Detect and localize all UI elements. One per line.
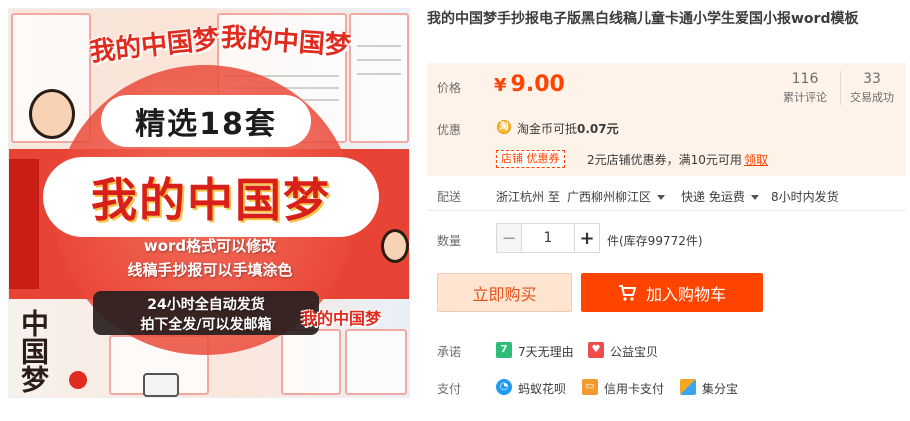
coupon-description: 2元店铺优惠券，满10元可用 <box>587 153 742 167</box>
buy-now-button[interactable]: 立即购买 <box>437 273 572 312</box>
product-title: 我的中国梦手抄报电子版黑白线稿儿童卡通小学生爱国小报word模板 <box>427 11 859 27</box>
feature-line-3: 24小时全自动发货 <box>147 297 265 313</box>
taojinbi-coin-icon: 淘 <box>497 120 511 134</box>
increase-quantity-button[interactable]: + <box>574 223 600 253</box>
delivery-label: 配送 <box>437 190 462 204</box>
reviews-stat[interactable]: 116 累计评论 <box>774 71 836 105</box>
sales-count: 33 <box>863 71 881 87</box>
seven-day-return-link[interactable]: 7天无理由 <box>518 343 574 360</box>
promo-label: 优惠 <box>437 123 462 137</box>
sales-stat: 33 交易成功 <box>841 71 903 105</box>
product-main-image[interactable]: 我的中国梦 我的中国梦 精选18套 我的中国梦 word格式可以修改 线稿手抄报… <box>8 8 410 398</box>
huabei-icon: ◔ <box>496 379 512 395</box>
chevron-down-icon <box>750 195 759 200</box>
delivery-time: 8小时内发货 <box>771 190 839 204</box>
promise-label: 承诺 <box>437 345 462 359</box>
delivery-method-select[interactable]: 快递 免运费 <box>681 188 759 205</box>
claim-coupon-link[interactable]: 领取 <box>744 151 768 168</box>
feature-line-2: 线稿手抄报可以手填涂色 <box>127 261 293 279</box>
seven-day-return-icon: 7 <box>496 342 512 358</box>
charity-item-link[interactable]: 公益宝贝 <box>610 343 658 360</box>
add-to-cart-button[interactable]: 加入购物车 <box>581 273 763 312</box>
payment-label: 支付 <box>437 382 462 396</box>
banner-top-left: 我的中国梦 <box>88 24 221 68</box>
bottom-right-banner: 我的中国梦 <box>301 309 382 328</box>
main-title-banner: 我的中国梦 <box>43 157 379 237</box>
product-detail-page: 我的中国梦 我的中国梦 精选18套 我的中国梦 word格式可以修改 线稿手抄报… <box>0 0 910 421</box>
main-title-text: 我的中国梦 <box>91 173 331 227</box>
shop-coupon-tag: 店铺 优惠券 <box>496 150 565 168</box>
jifenbao-icon <box>680 379 696 395</box>
price-value: ¥9.00 <box>494 72 565 97</box>
add-to-cart-label: 加入购物车 <box>645 284 726 304</box>
payment-huabei: 蚂蚁花呗 <box>518 382 567 396</box>
delivery-destination-select[interactable]: 广西柳州柳江区 <box>567 188 666 205</box>
poster-thumb <box>281 329 341 395</box>
stock-info: 件(库存99772件) <box>607 234 703 248</box>
camera-icon <box>143 373 179 397</box>
cart-icon <box>618 284 636 301</box>
select-18-banner: 精选18套 <box>101 95 311 147</box>
reviews-label: 累计评论 <box>783 91 827 104</box>
payment-credit-card: 信用卡支付 <box>604 382 665 396</box>
price-label: 价格 <box>437 81 462 95</box>
delivery-from: 浙江杭州 至 <box>496 190 560 204</box>
feature-line-1: word格式可以修改 <box>143 237 277 255</box>
quantity-input[interactable]: 1 <box>522 223 574 253</box>
reviews-count: 116 <box>791 71 819 87</box>
bottom-left-calligraphy: 中国梦 <box>17 309 50 393</box>
feature-line-4: 拍下全发/可以发邮箱 <box>140 317 272 333</box>
cartoon-child-icon <box>29 89 75 139</box>
heart-icon <box>69 371 87 389</box>
credit-card-icon: ▭ <box>582 379 598 395</box>
quantity-label: 数量 <box>437 234 462 248</box>
price-panel: 价格 ¥9.00 116 累计评论 33 交易成功 优惠 淘 淘金币可抵0.07… <box>427 63 906 176</box>
payment-jifenbao: 集分宝 <box>702 382 739 396</box>
decrease-quantity-button[interactable]: − <box>496 223 522 253</box>
poster-thumb <box>349 13 409 143</box>
sales-label: 交易成功 <box>850 91 894 104</box>
poster-thumb <box>345 329 407 395</box>
chevron-down-icon <box>657 195 666 200</box>
section-divider <box>427 210 906 211</box>
quantity-stepper: − 1 + <box>496 223 600 253</box>
coin-offer: 淘金币可抵0.07元 <box>517 122 619 136</box>
charity-heart-icon: ♥ <box>588 342 604 358</box>
